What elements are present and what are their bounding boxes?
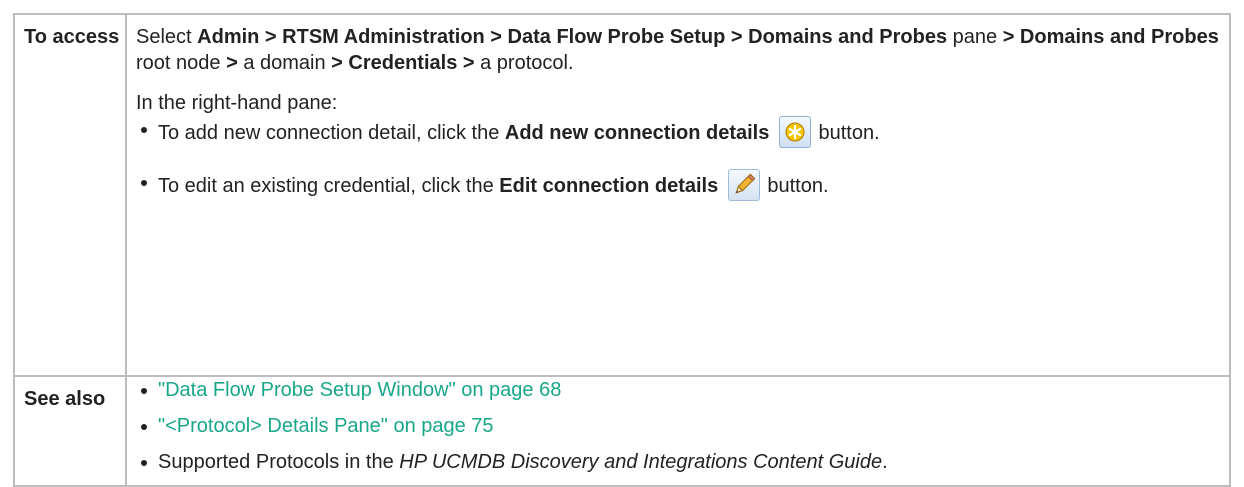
add-connection-label: Add new connection details <box>504 122 770 144</box>
see-also-item: "<Protocol> Details Pane" on page 75 <box>136 413 1229 439</box>
root-node-path: > Domains and Probes <box>1002 26 1219 48</box>
right-pane-text: In the right-hand pane: <box>136 92 338 114</box>
credentials-path: > Credentials > <box>331 52 475 74</box>
content-guide-title: HP UCMDB Discovery and Integrations Cont… <box>399 451 883 473</box>
see-also-label: See also <box>13 375 127 487</box>
see-also-item: "Data Flow Probe Setup Window" on page 6… <box>136 377 1229 403</box>
add-connection-icon[interactable] <box>778 116 811 148</box>
info-table: To access Select Admin > RTSM Administra… <box>13 13 1231 487</box>
edit-connection-label: Edit connection details <box>499 175 719 197</box>
access-label: To access <box>13 13 127 377</box>
see-also-list: "Data Flow Probe Setup Window" on page 6… <box>136 377 1229 475</box>
see-also-item: Supported Protocols in the HP UCMDB Disc… <box>136 449 1229 475</box>
edit-pencil-icon[interactable] <box>727 169 760 201</box>
add-connection-step: To add new connection detail, click the … <box>136 116 1229 148</box>
see-also-row: See also "Data Flow Probe Setup Window" … <box>13 375 1231 487</box>
protocol-details-pane-link[interactable]: "<Protocol> Details Pane" on page 75 <box>158 415 494 437</box>
probe-setup-window-link[interactable]: "Data Flow Probe Setup Window" on page 6… <box>158 379 561 401</box>
access-steps-list: To add new connection detail, click the … <box>136 116 1229 201</box>
access-content: Select Admin > RTSM Administration > Dat… <box>125 13 1231 377</box>
edit-connection-step: To edit an existing credential, click th… <box>136 169 1229 201</box>
see-also-content: "Data Flow Probe Setup Window" on page 6… <box>125 375 1231 487</box>
access-row: To access Select Admin > RTSM Administra… <box>13 13 1231 377</box>
menu-path: Admin > RTSM Administration > Data Flow … <box>197 26 948 48</box>
access-path-text: Select Admin > RTSM Administration > Dat… <box>136 26 1219 74</box>
